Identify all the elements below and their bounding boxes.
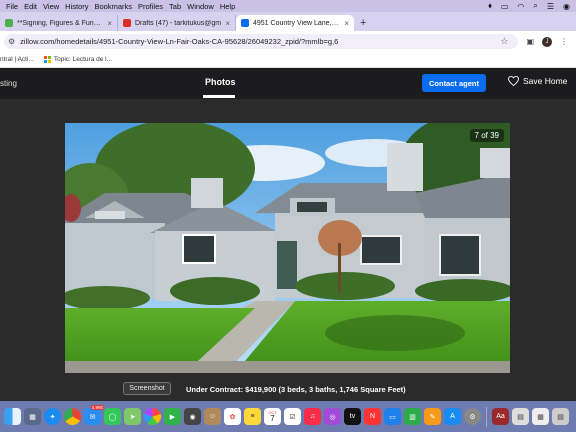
messages-icon[interactable]: ◯ xyxy=(104,408,121,425)
keynote-icon[interactable]: ▭ xyxy=(384,408,401,425)
bookmark-item[interactable]: ntral | Acti... xyxy=(0,56,34,63)
photo-caption: Under Contract: $419,900 (3 beds, 3 bath… xyxy=(186,385,406,394)
zillow-favicon-icon xyxy=(241,19,249,27)
gmail-favicon-icon xyxy=(123,19,131,27)
site-info-icon[interactable]: ⚙ xyxy=(8,37,15,46)
calendar-icon[interactable]: OCT 7 xyxy=(264,408,281,425)
bookmark-label: Topic: Lectura de l... xyxy=(53,56,113,63)
contact-agent-button[interactable]: Contact agent xyxy=(422,74,486,92)
close-tab-icon[interactable]: × xyxy=(225,19,230,28)
podcasts-icon[interactable]: ◎ xyxy=(324,408,341,425)
bookmark-star-icon[interactable]: ☆ xyxy=(500,36,508,47)
menu-history[interactable]: History xyxy=(65,2,88,11)
facetime-icon[interactable]: ▶ xyxy=(164,408,181,425)
listing-photo[interactable]: 7 of 39 xyxy=(65,123,510,373)
menu-bookmarks[interactable]: Bookmarks xyxy=(95,2,133,11)
tab-title: **Signing, Figures & Funds to xyxy=(17,19,104,27)
mail-icon[interactable]: ✉ 4,990 xyxy=(84,405,104,425)
house-photo-illustration xyxy=(65,123,510,373)
menu-view[interactable]: View xyxy=(43,2,59,11)
wifi-icon[interactable]: ◠ xyxy=(517,2,524,11)
apple-tv-icon[interactable]: tv xyxy=(344,408,361,425)
numbers-icon[interactable]: ▥ xyxy=(404,408,421,425)
downloads-icon[interactable]: ▤ xyxy=(552,408,569,425)
menu-edit[interactable]: Edit xyxy=(24,2,37,11)
browser-tab-strip: **Signing, Figures & Funds to × Drafts (… xyxy=(0,12,576,31)
news-icon[interactable]: N xyxy=(364,408,381,425)
menu-profiles[interactable]: Profiles xyxy=(138,2,163,11)
photo-counter: 7 of 39 xyxy=(469,129,504,142)
save-home-label: Save Home xyxy=(523,76,568,86)
new-tab-button[interactable]: + xyxy=(360,17,366,29)
address-bar[interactable]: ⚙ zillow.com/homedetails/4951-Country-Vi… xyxy=(4,34,519,49)
safari-icon[interactable]: ✦ xyxy=(44,408,61,425)
tab-gmail-drafts[interactable]: Drafts (47) - tarkitukus@gm × xyxy=(118,15,236,31)
profile-avatar[interactable]: J xyxy=(542,36,552,47)
system-settings-icon[interactable]: ⚙ xyxy=(464,408,481,425)
macos-menu-bar: File Edit View History Bookmarks Profile… xyxy=(0,0,576,12)
zillow-header: sting Photos Contact agent Save Home xyxy=(0,68,576,99)
active-tab-underline xyxy=(203,95,235,98)
photos-icon[interactable] xyxy=(144,408,161,425)
finder-icon[interactable] xyxy=(4,408,21,425)
dock-separator xyxy=(486,406,487,427)
menu-window[interactable]: Window xyxy=(187,2,214,11)
preview-icon[interactable]: ▤ xyxy=(512,408,529,425)
siri-icon[interactable]: ◉ xyxy=(563,2,570,11)
screenshot-tooltip: Screenshot xyxy=(123,382,171,395)
launchpad-icon[interactable]: ▦ xyxy=(24,408,41,425)
contacts-icon[interactable]: ☺ xyxy=(204,408,221,425)
mail-badge: 4,990 xyxy=(90,405,104,410)
chrome-icon[interactable] xyxy=(64,408,81,425)
bookmarks-bar: ntral | Acti... Topic: Lectura de l... xyxy=(0,52,576,68)
search-icon[interactable]: ⌕ xyxy=(533,1,537,11)
document-icon[interactable]: ▦ xyxy=(532,408,549,425)
reminders-icon[interactable]: ☑ xyxy=(284,408,301,425)
menu-file[interactable]: File xyxy=(6,2,18,11)
tab-title: Drafts (47) - tarkitukus@gm xyxy=(135,19,222,27)
bookmark-item[interactable]: Topic: Lectura de l... xyxy=(43,56,113,63)
dropbox-icon[interactable]: ⬧ xyxy=(488,1,492,11)
status-icons: ⬧ ▭ ◠ ⌕ ☰ ◉ xyxy=(488,1,576,11)
microsoft-logo-icon xyxy=(43,56,51,63)
save-home-button[interactable]: Save Home xyxy=(508,76,567,86)
tab-photos[interactable]: Photos xyxy=(205,77,236,87)
calendar-day: 7 xyxy=(270,413,275,423)
pages-icon[interactable]: ✎ xyxy=(424,408,441,425)
music-icon[interactable]: ♫ xyxy=(304,408,321,425)
menu-tab[interactable]: Tab xyxy=(169,2,181,11)
url-text[interactable]: zillow.com/homedetails/4951-Country-View… xyxy=(20,37,500,46)
sheets-favicon-icon xyxy=(5,19,13,27)
tab-signing[interactable]: **Signing, Figures & Funds to × xyxy=(0,15,118,31)
close-tab-icon[interactable]: × xyxy=(344,19,349,28)
app-store-icon[interactable]: A xyxy=(444,408,461,425)
photo-gallery: 7 of 39 xyxy=(0,99,576,401)
menu-help[interactable]: Help xyxy=(220,2,235,11)
tab-title: 4951 Country View Lane, Fair xyxy=(253,19,341,27)
maps-icon[interactable]: ➤ xyxy=(124,408,141,425)
macos-dock: ▦ ✦ ✉ 4,990 ◯ ➤ ▶ ◉ ☺ ✿ ≡ OCT 7 ☑ ♫ ◎ tv … xyxy=(0,401,576,432)
bookmark-label: ntral | Acti... xyxy=(0,56,34,63)
notes-icon[interactable]: ≡ xyxy=(244,408,261,425)
screenshot-icon[interactable]: ◉ xyxy=(184,408,201,425)
back-to-listing-link[interactable]: sting xyxy=(0,79,17,88)
browser-toolbar: ⚙ zillow.com/homedetails/4951-Country-Vi… xyxy=(0,31,576,52)
control-center-icon[interactable]: ☰ xyxy=(547,2,554,11)
battery-icon[interactable]: ▭ xyxy=(501,2,509,11)
dictionary-icon[interactable]: Aa xyxy=(492,408,509,425)
browser-menu-icon[interactable]: ⋮ xyxy=(560,37,568,46)
photos-app-icon[interactable]: ✿ xyxy=(224,408,241,425)
tab-zillow-listing[interactable]: 4951 Country View Lane, Fair × xyxy=(236,15,354,31)
heart-icon xyxy=(508,76,519,86)
extension-icon[interactable]: ▣ xyxy=(526,37,534,46)
close-tab-icon[interactable]: × xyxy=(107,19,112,28)
